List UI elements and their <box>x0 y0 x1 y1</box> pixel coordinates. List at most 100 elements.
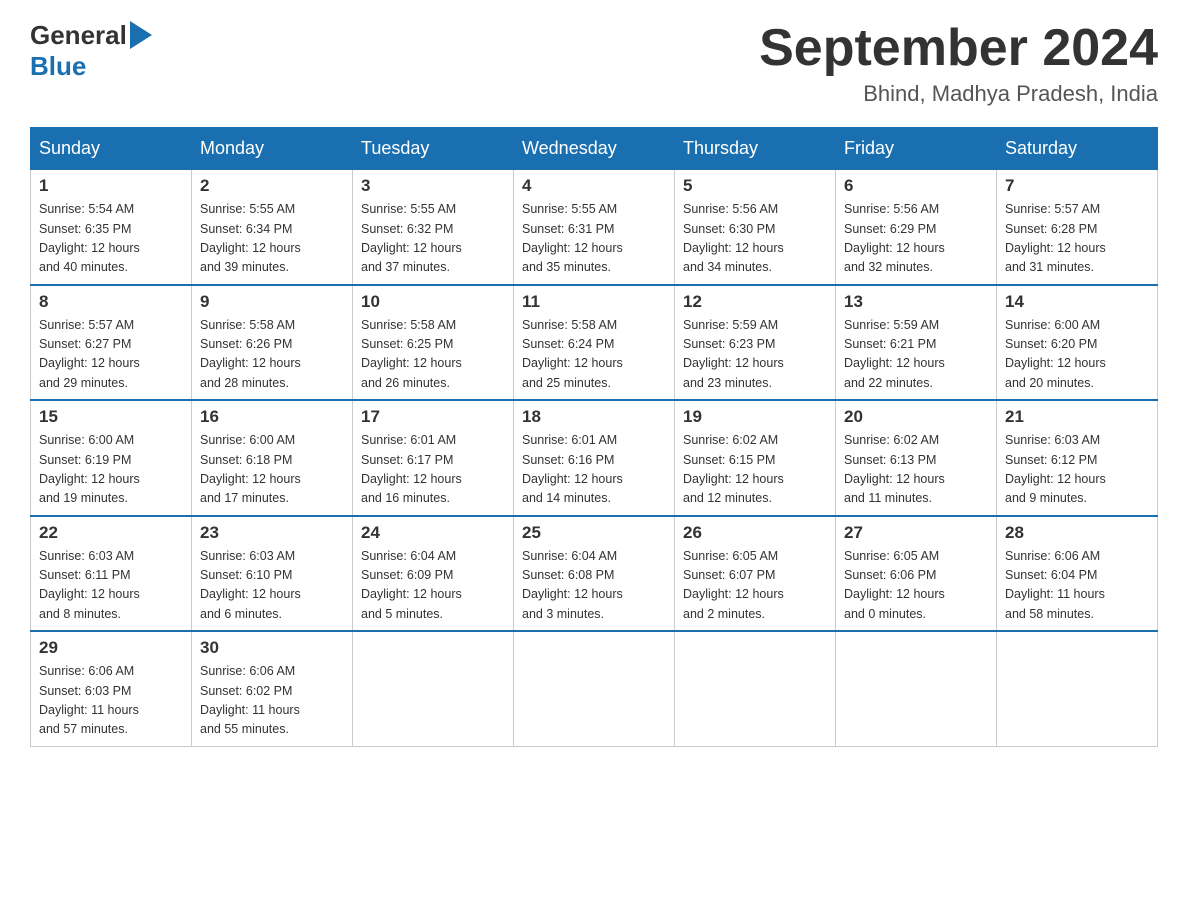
day-info: Sunrise: 6:03 AMSunset: 6:11 PMDaylight:… <box>39 547 183 625</box>
day-info: Sunrise: 6:06 AMSunset: 6:02 PMDaylight:… <box>200 662 344 740</box>
title-block: September 2024 Bhind, Madhya Pradesh, In… <box>759 20 1158 107</box>
calendar-cell: 25 Sunrise: 6:04 AMSunset: 6:08 PMDayligh… <box>514 516 675 632</box>
calendar-cell: 11 Sunrise: 5:58 AMSunset: 6:24 PMDayligh… <box>514 285 675 401</box>
calendar-cell: 20 Sunrise: 6:02 AMSunset: 6:13 PMDayligh… <box>836 400 997 516</box>
calendar-cell: 30 Sunrise: 6:06 AMSunset: 6:02 PMDayligh… <box>192 631 353 746</box>
day-number: 18 <box>522 407 666 427</box>
calendar-cell <box>675 631 836 746</box>
day-number: 11 <box>522 292 666 312</box>
day-info: Sunrise: 5:55 AMSunset: 6:32 PMDaylight:… <box>361 200 505 278</box>
calendar-cell: 12Sunrise: 5:59 AMSunset: 6:23 PMDayligh… <box>675 285 836 401</box>
calendar-cell: 16 Sunrise: 6:00 AMSunset: 6:18 PMDayligh… <box>192 400 353 516</box>
calendar-cell: 3Sunrise: 5:55 AMSunset: 6:32 PMDaylight… <box>353 170 514 285</box>
calendar-cell: 5 Sunrise: 5:56 AMSunset: 6:30 PMDaylight… <box>675 170 836 285</box>
day-info: Sunrise: 6:02 AMSunset: 6:15 PMDaylight:… <box>683 431 827 509</box>
logo-general: General <box>30 20 127 51</box>
day-number: 6 <box>844 176 988 196</box>
page-header: General Blue September 2024 Bhind, Madhy… <box>30 20 1158 107</box>
day-number: 20 <box>844 407 988 427</box>
day-info: Sunrise: 5:55 AMSunset: 6:34 PMDaylight:… <box>200 200 344 278</box>
calendar-cell: 9 Sunrise: 5:58 AMSunset: 6:26 PMDaylight… <box>192 285 353 401</box>
logo: General Blue <box>30 20 152 82</box>
day-info: Sunrise: 6:05 AMSunset: 6:07 PMDaylight:… <box>683 547 827 625</box>
day-info: Sunrise: 6:03 AMSunset: 6:12 PMDaylight:… <box>1005 431 1149 509</box>
day-info: Sunrise: 5:54 AMSunset: 6:35 PMDaylight:… <box>39 200 183 278</box>
day-info: Sunrise: 6:02 AMSunset: 6:13 PMDaylight:… <box>844 431 988 509</box>
logo-blue: Blue <box>30 51 86 82</box>
calendar-cell: 7 Sunrise: 5:57 AMSunset: 6:28 PMDaylight… <box>997 170 1158 285</box>
day-number: 13 <box>844 292 988 312</box>
day-info: Sunrise: 6:04 AMSunset: 6:08 PMDaylight:… <box>522 547 666 625</box>
calendar-week-row: 1 Sunrise: 5:54 AMSunset: 6:35 PMDaylight… <box>31 170 1158 285</box>
calendar-cell: 8 Sunrise: 5:57 AMSunset: 6:27 PMDaylight… <box>31 285 192 401</box>
day-number: 9 <box>200 292 344 312</box>
calendar-header-tuesday: Tuesday <box>353 128 514 170</box>
calendar-week-row: 29Sunrise: 6:06 AMSunset: 6:03 PMDayligh… <box>31 631 1158 746</box>
calendar-cell: 17 Sunrise: 6:01 AMSunset: 6:17 PMDayligh… <box>353 400 514 516</box>
calendar-cell <box>836 631 997 746</box>
calendar-cell: 27Sunrise: 6:05 AMSunset: 6:06 PMDayligh… <box>836 516 997 632</box>
month-title: September 2024 <box>759 20 1158 77</box>
day-info: Sunrise: 5:56 AMSunset: 6:29 PMDaylight:… <box>844 200 988 278</box>
day-info: Sunrise: 5:58 AMSunset: 6:24 PMDaylight:… <box>522 316 666 394</box>
calendar-cell: 26Sunrise: 6:05 AMSunset: 6:07 PMDayligh… <box>675 516 836 632</box>
calendar-header-friday: Friday <box>836 128 997 170</box>
day-info: Sunrise: 6:01 AMSunset: 6:16 PMDaylight:… <box>522 431 666 509</box>
calendar-cell <box>353 631 514 746</box>
calendar-header-wednesday: Wednesday <box>514 128 675 170</box>
location-title: Bhind, Madhya Pradesh, India <box>759 81 1158 107</box>
calendar-cell: 24 Sunrise: 6:04 AMSunset: 6:09 PMDayligh… <box>353 516 514 632</box>
day-info: Sunrise: 6:00 AMSunset: 6:19 PMDaylight:… <box>39 431 183 509</box>
calendar-header-monday: Monday <box>192 128 353 170</box>
day-info: Sunrise: 5:57 AMSunset: 6:27 PMDaylight:… <box>39 316 183 394</box>
day-number: 23 <box>200 523 344 543</box>
calendar-cell: 23 Sunrise: 6:03 AMSunset: 6:10 PMDayligh… <box>192 516 353 632</box>
day-info: Sunrise: 6:00 AMSunset: 6:18 PMDaylight:… <box>200 431 344 509</box>
day-number: 28 <box>1005 523 1149 543</box>
day-number: 17 <box>361 407 505 427</box>
calendar-cell: 28Sunrise: 6:06 AMSunset: 6:04 PMDayligh… <box>997 516 1158 632</box>
day-number: 24 <box>361 523 505 543</box>
day-number: 10 <box>361 292 505 312</box>
day-number: 25 <box>522 523 666 543</box>
day-number: 27 <box>844 523 988 543</box>
day-number: 22 <box>39 523 183 543</box>
day-number: 15 <box>39 407 183 427</box>
day-number: 30 <box>200 638 344 658</box>
calendar-cell: 15 Sunrise: 6:00 AMSunset: 6:19 PMDayligh… <box>31 400 192 516</box>
calendar-cell: 22 Sunrise: 6:03 AMSunset: 6:11 PMDayligh… <box>31 516 192 632</box>
calendar-header-saturday: Saturday <box>997 128 1158 170</box>
day-number: 21 <box>1005 407 1149 427</box>
day-info: Sunrise: 5:57 AMSunset: 6:28 PMDaylight:… <box>1005 200 1149 278</box>
day-info: Sunrise: 5:59 AMSunset: 6:21 PMDaylight:… <box>844 316 988 394</box>
calendar-table: SundayMondayTuesdayWednesdayThursdayFrid… <box>30 127 1158 747</box>
day-info: Sunrise: 5:56 AMSunset: 6:30 PMDaylight:… <box>683 200 827 278</box>
day-number: 1 <box>39 176 183 196</box>
calendar-cell: 10Sunrise: 5:58 AMSunset: 6:25 PMDayligh… <box>353 285 514 401</box>
day-number: 19 <box>683 407 827 427</box>
calendar-week-row: 22 Sunrise: 6:03 AMSunset: 6:11 PMDayligh… <box>31 516 1158 632</box>
calendar-cell: 14Sunrise: 6:00 AMSunset: 6:20 PMDayligh… <box>997 285 1158 401</box>
day-number: 2 <box>200 176 344 196</box>
day-number: 5 <box>683 176 827 196</box>
day-info: Sunrise: 5:55 AMSunset: 6:31 PMDaylight:… <box>522 200 666 278</box>
day-info: Sunrise: 5:58 AMSunset: 6:26 PMDaylight:… <box>200 316 344 394</box>
calendar-header-sunday: Sunday <box>31 128 192 170</box>
day-number: 8 <box>39 292 183 312</box>
calendar-cell <box>514 631 675 746</box>
calendar-cell: 2 Sunrise: 5:55 AMSunset: 6:34 PMDaylight… <box>192 170 353 285</box>
calendar-cell: 6 Sunrise: 5:56 AMSunset: 6:29 PMDaylight… <box>836 170 997 285</box>
logo-arrow-icon <box>130 21 152 49</box>
calendar-cell: 21 Sunrise: 6:03 AMSunset: 6:12 PMDayligh… <box>997 400 1158 516</box>
day-info: Sunrise: 6:03 AMSunset: 6:10 PMDaylight:… <box>200 547 344 625</box>
calendar-header-thursday: Thursday <box>675 128 836 170</box>
day-number: 7 <box>1005 176 1149 196</box>
calendar-header-row: SundayMondayTuesdayWednesdayThursdayFrid… <box>31 128 1158 170</box>
day-info: Sunrise: 6:06 AMSunset: 6:03 PMDaylight:… <box>39 662 183 740</box>
calendar-week-row: 8 Sunrise: 5:57 AMSunset: 6:27 PMDaylight… <box>31 285 1158 401</box>
day-info: Sunrise: 6:01 AMSunset: 6:17 PMDaylight:… <box>361 431 505 509</box>
day-info: Sunrise: 5:59 AMSunset: 6:23 PMDaylight:… <box>683 316 827 394</box>
day-number: 4 <box>522 176 666 196</box>
day-info: Sunrise: 6:04 AMSunset: 6:09 PMDaylight:… <box>361 547 505 625</box>
day-number: 16 <box>200 407 344 427</box>
